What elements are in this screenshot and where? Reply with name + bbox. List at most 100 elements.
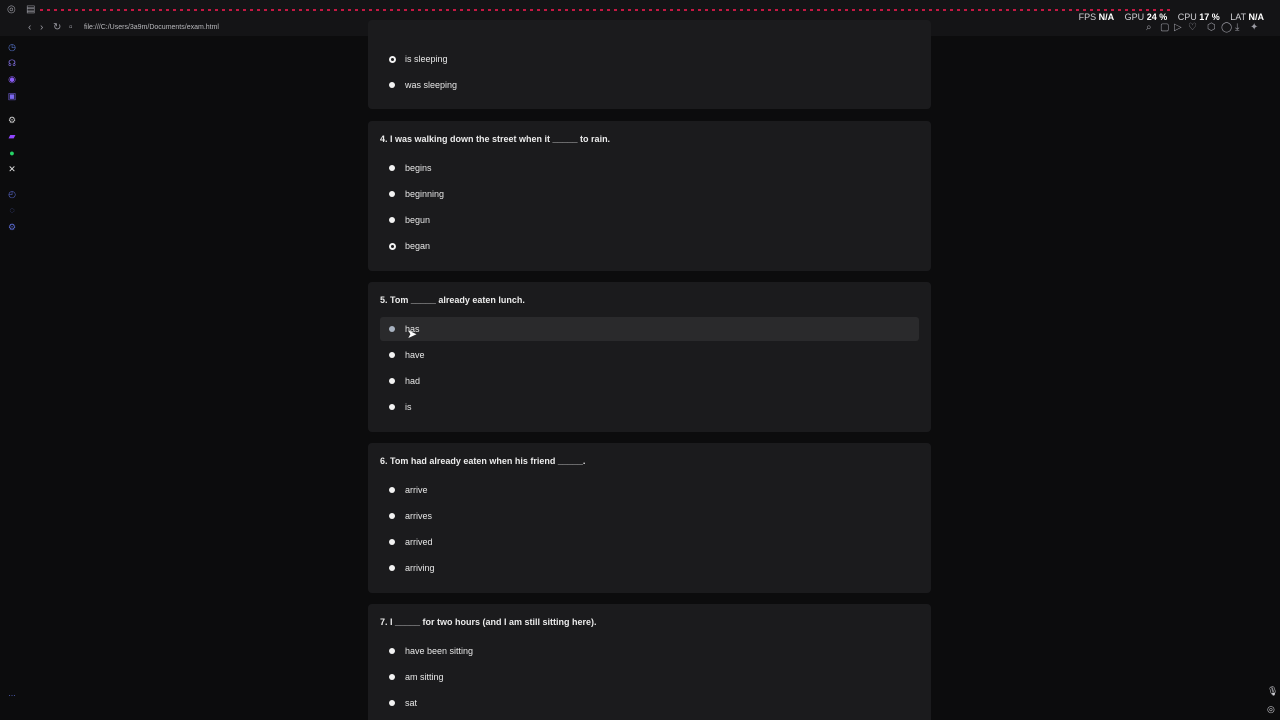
mouse-cursor-icon: ➤ <box>407 327 418 341</box>
gpu-value: 24 % <box>1146 12 1168 22</box>
option-begins[interactable]: begins <box>380 156 919 180</box>
option-label: sat <box>405 698 418 708</box>
radio-button[interactable] <box>389 487 395 493</box>
option-had[interactable]: had <box>380 369 919 393</box>
notes-icon[interactable]: ◌ <box>7 205 17 215</box>
option-label: had <box>405 376 421 386</box>
radio-button[interactable] <box>389 539 395 545</box>
settings-icon[interactable]: ⚙ <box>7 222 17 232</box>
browser-logo-icon[interactable]: ◎ <box>7 5 16 15</box>
x-icon[interactable]: ✕ <box>7 164 17 174</box>
screenshot-icon[interactable]: ▢ <box>1160 23 1169 33</box>
option-am-sitting[interactable]: am sitting <box>380 665 919 689</box>
radio-button[interactable] <box>389 165 395 171</box>
question-card-4: 4. I was walking down the street when it… <box>368 121 931 271</box>
fps-label: FPS <box>1078 12 1097 22</box>
radio-button[interactable] <box>389 565 395 571</box>
option-label: arrive <box>405 485 428 495</box>
question-card-7: 7. I _____ for two hours (and I am still… <box>368 604 931 720</box>
performance-overlay: FPS N/A GPU 24 % CPU 17 % LAT N/A <box>1079 12 1272 22</box>
chatgpt-icon[interactable]: ⚙ <box>7 115 17 125</box>
lat-value: N/A <box>1248 12 1265 22</box>
option-is-sleeping[interactable]: is sleeping <box>380 47 919 71</box>
ai-assistant-icon[interactable]: ✦ <box>1250 23 1258 33</box>
cpu-value: 17 % <box>1199 12 1220 22</box>
twitch-icon[interactable]: ▰ <box>7 131 17 141</box>
option-is[interactable]: is <box>380 395 919 419</box>
fps-value: N/A <box>1098 12 1115 22</box>
option-was-sleeping[interactable]: was sleeping <box>380 73 919 97</box>
question-title: 6. Tom had already eaten when his friend… <box>380 456 586 466</box>
option-label: have <box>405 350 425 360</box>
radio-button[interactable] <box>389 82 395 88</box>
question-card-6: 6. Tom had already eaten when his friend… <box>368 443 931 593</box>
option-label: arriving <box>405 563 435 573</box>
tab-list[interactable] <box>40 9 1170 11</box>
option-label: was sleeping <box>405 80 458 90</box>
play-icon[interactable]: ▷ <box>1174 23 1182 33</box>
radio-button[interactable] <box>389 217 395 223</box>
back-icon[interactable]: ‹ <box>28 23 31 33</box>
radio-button[interactable] <box>389 513 395 519</box>
option-began[interactable]: began <box>380 234 919 258</box>
option-arriving[interactable]: arriving <box>380 556 919 580</box>
microphone-icon[interactable]: 🎙︎ <box>1267 686 1278 697</box>
question-title: 5. Tom _____ already eaten lunch. <box>380 295 525 305</box>
option-arrived[interactable]: arrived <box>380 530 919 554</box>
radio-button[interactable] <box>389 648 395 654</box>
option-label: arrives <box>405 511 433 521</box>
radio-button[interactable] <box>389 674 395 680</box>
question-card-3: is sleeping was sleeping <box>368 20 931 109</box>
messenger-icon[interactable]: ◉ <box>7 74 17 84</box>
question-title: 7. I _____ for two hours (and I am still… <box>380 617 597 627</box>
history-icon[interactable]: ◷ <box>7 42 17 52</box>
option-arrive[interactable]: arrive <box>380 478 919 502</box>
option-label: begins <box>405 163 432 173</box>
option-label: arrived <box>405 537 433 547</box>
radio-button[interactable] <box>389 378 395 384</box>
option-label: am sitting <box>405 672 444 682</box>
reload-icon[interactable]: ↻ <box>53 23 61 33</box>
question-title: 4. I was walking down the street when it… <box>380 134 611 144</box>
radio-button[interactable] <box>389 700 395 706</box>
option-sat[interactable]: sat <box>380 691 919 715</box>
radio-button[interactable] <box>389 326 395 332</box>
option-label: is <box>405 402 412 412</box>
zoom-icon[interactable]: ⌕ <box>1146 23 1152 33</box>
status-icon[interactable]: ◎ <box>1267 704 1275 715</box>
profile-icon[interactable]: ☊ <box>7 58 17 68</box>
lat-label: LAT <box>1230 12 1246 22</box>
clock-icon[interactable]: ◴ <box>7 189 17 199</box>
option-have-been-sitting[interactable]: have been sitting <box>380 639 919 663</box>
more-apps-icon[interactable]: ⋯ <box>7 692 17 702</box>
option-label: beginning <box>405 189 445 199</box>
cpu-label: CPU <box>1177 12 1197 22</box>
radio-button[interactable] <box>389 56 396 63</box>
option-label: begun <box>405 215 431 225</box>
option-label: have been sitting <box>405 646 474 656</box>
radio-button[interactable] <box>389 243 396 250</box>
download-icon[interactable]: ⤓ <box>1235 23 1239 33</box>
gpu-label: GPU <box>1124 12 1145 22</box>
radio-button[interactable] <box>389 404 395 410</box>
radio-button[interactable] <box>389 191 395 197</box>
sidebar: ◷ ☊ ◉ ▣ ⚙ ▰ ● ✕ ◴ ◌ ⚙ ⋯ <box>0 36 24 720</box>
option-have[interactable]: have <box>380 343 919 367</box>
bookmark-icon[interactable]: ♡ <box>1188 23 1197 33</box>
tab-overview-icon[interactable]: ▤ <box>26 5 35 15</box>
option-begun[interactable]: begun <box>380 208 919 232</box>
whatsapp-icon[interactable]: ● <box>7 148 17 158</box>
url-field[interactable]: file:///C:/Users/3a9m/Documents/exam.htm… <box>84 24 219 31</box>
account-icon[interactable]: ◯ <box>1221 23 1232 33</box>
question-card-5: 5. Tom _____ already eaten lunch. has ha… <box>368 282 931 432</box>
mail-icon[interactable]: ▣ <box>7 91 17 101</box>
option-beginning[interactable]: beginning <box>380 182 919 206</box>
option-has[interactable]: has <box>380 317 919 341</box>
forward-icon[interactable]: › <box>40 23 43 33</box>
radio-button[interactable] <box>389 352 395 358</box>
option-arrives[interactable]: arrives <box>380 504 919 528</box>
option-label: is sleeping <box>405 54 448 64</box>
option-label: began <box>405 241 431 251</box>
page-info-icon[interactable]: ▫ <box>69 23 73 33</box>
extensions-icon[interactable]: ⬡ <box>1207 23 1216 33</box>
